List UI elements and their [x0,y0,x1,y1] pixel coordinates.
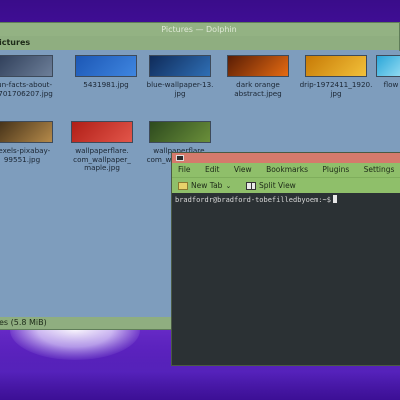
file-thumbnail [0,55,53,77]
location-label: ictures [0,38,31,47]
menu-view[interactable]: View [228,163,258,177]
menu-edit[interactable]: Edit [199,163,226,177]
new-tab-icon [178,182,188,190]
file-name: 5431981.jpg [83,80,129,89]
terminal-prompt: bradfordr@bradford-tobefilledbyoem:~$ [175,196,331,204]
konsole-menubar: File Edit View Bookmarks Plugins Setting… [172,163,400,177]
terminal-cursor [332,195,337,203]
file-name: drip-1972411_1920. jpg [299,80,373,98]
file-thumbnail [305,55,367,77]
menu-bookmarks[interactable]: Bookmarks [260,163,314,177]
file-name: -fun-facts-about- -1701706207.jpg [0,80,53,98]
konsole-toolbar: New Tab ⌄ Split View [172,177,400,193]
file-item[interactable]: wallpaperflare. com_wallpaper_ maple.jpg [65,121,139,173]
menu-plugins[interactable]: Plugins [316,163,355,177]
file-thumbnail [149,55,211,77]
split-view-label: Split View [259,181,296,190]
file-name: dark orange abstract.jpeg [234,80,282,98]
konsole-titlebar[interactable] [172,153,400,163]
dolphin-titlebar[interactable]: Pictures — Dolphin [0,23,399,36]
terminal-icon [176,155,184,161]
chevron-down-icon[interactable]: ⌄ [225,178,231,193]
terminal-area[interactable]: bradfordr@bradford-tobefilledbyoem:~$ [172,193,400,365]
new-tab-label: New Tab [191,181,223,190]
konsole-window: File Edit View Bookmarks Plugins Setting… [171,152,400,366]
file-thumbnail [0,121,53,143]
split-view-button[interactable]: Split View [246,178,296,193]
file-name: pexels-pixabay- 99551.jpg [0,146,51,164]
split-view-icon [246,182,256,190]
menu-settings[interactable]: Settings [358,163,400,177]
file-thumbnail [71,121,133,143]
file-item[interactable]: -fun-facts-about- -1701706207.jpg [0,55,59,98]
file-item[interactable]: blue-wallpaper-13. jpg [143,55,217,98]
file-name: blue-wallpaper-13. jpg [146,80,214,98]
file-item[interactable]: 5431981.jpg [69,55,143,90]
file-item[interactable]: drip-1972411_1920. jpg [299,55,373,98]
file-thumbnail [75,55,137,77]
file-thumbnail [149,121,211,143]
status-text: es (5.8 MiB) [0,318,47,327]
new-tab-button[interactable]: New Tab ⌄ [178,178,231,193]
file-name: wallpaperflare. com_wallpaper_ maple.jpg [73,146,131,172]
file-name: flow [383,80,399,89]
dolphin-title: Pictures — Dolphin [161,25,237,34]
file-item[interactable]: pexels-pixabay- 99551.jpg [0,121,59,164]
dolphin-location-bar[interactable]: ictures [0,36,399,50]
file-item[interactable]: dark orange abstract.jpeg [221,55,295,98]
file-item[interactable]: flow [371,55,400,90]
menu-file[interactable]: File [172,163,197,177]
file-thumbnail [376,55,400,77]
file-thumbnail [227,55,289,77]
